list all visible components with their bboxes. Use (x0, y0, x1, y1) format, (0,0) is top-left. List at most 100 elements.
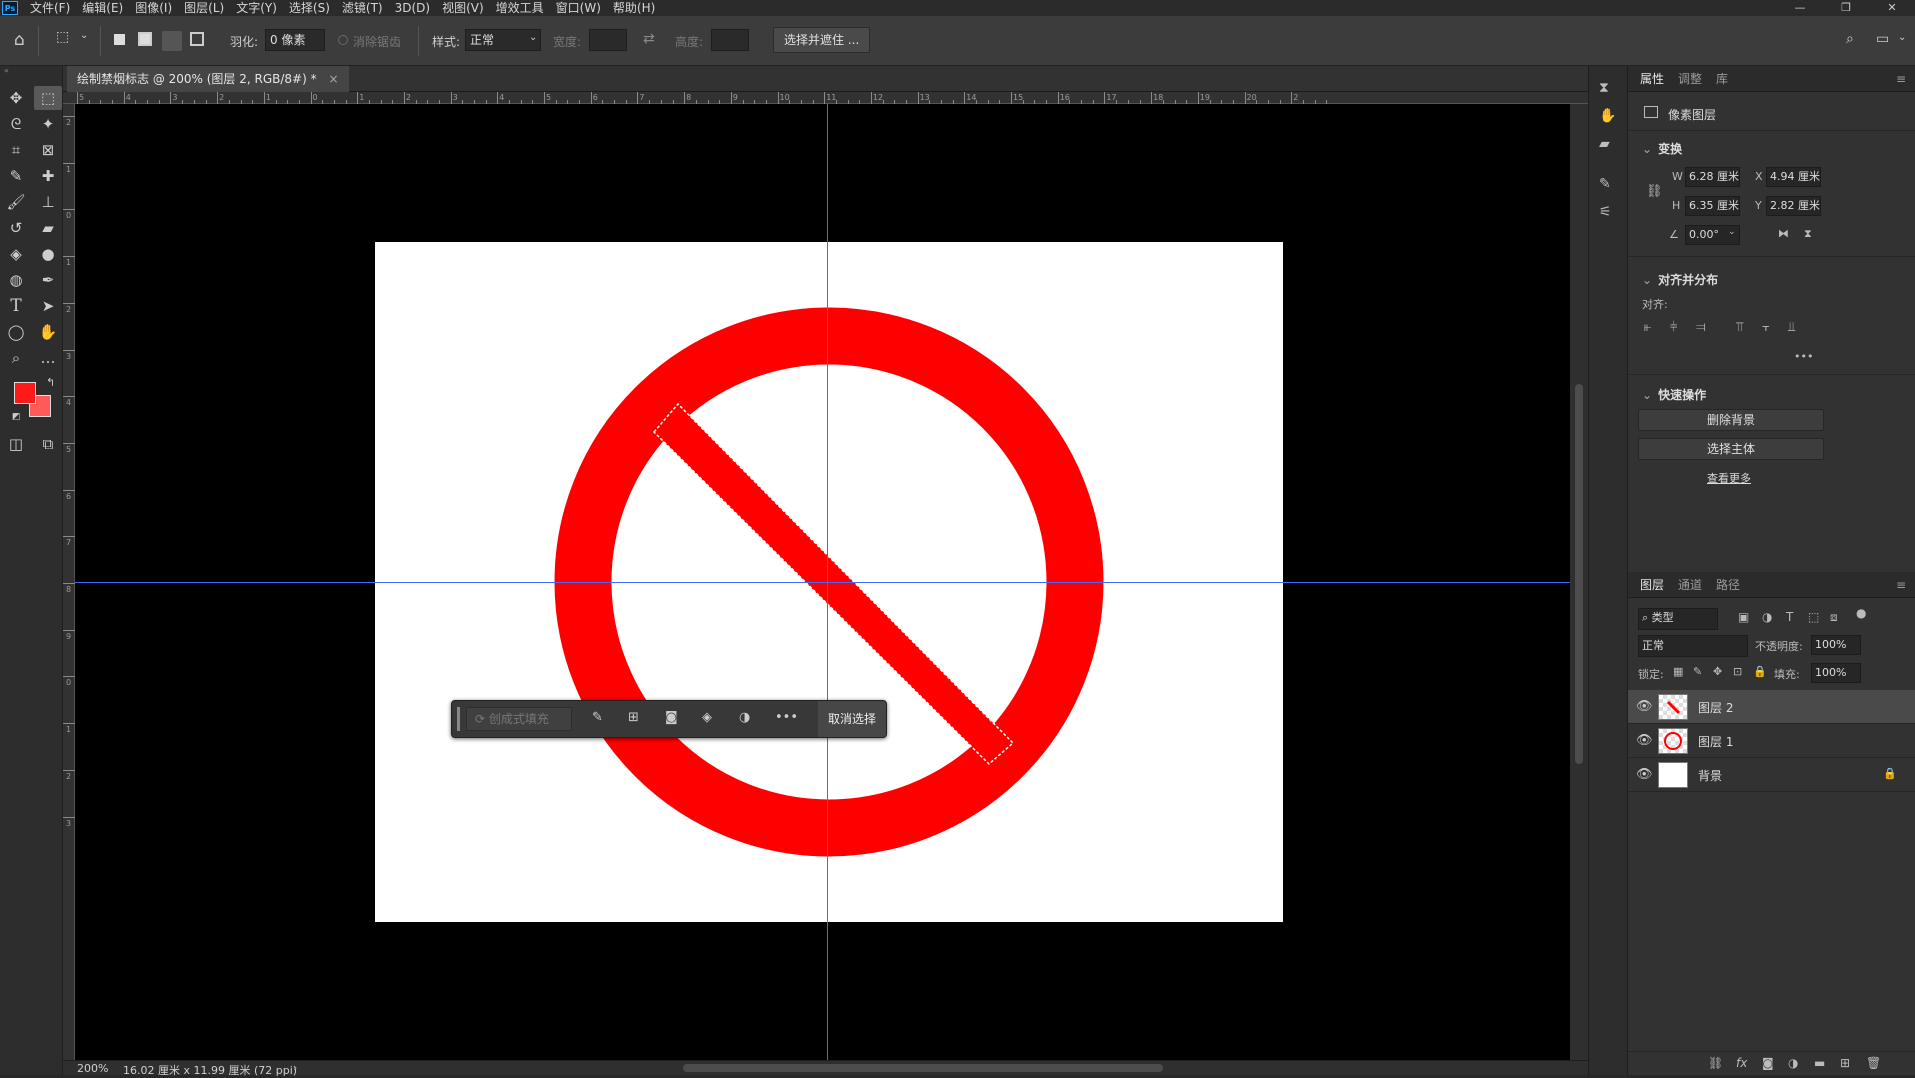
generative-fill-button[interactable]: ⟳ 创成式填充 (466, 707, 572, 731)
filter-smart-object-icon[interactable]: ⧈ (1830, 610, 1838, 625)
tab-adjustments[interactable]: 调整 (1678, 66, 1702, 92)
align-right-icon[interactable]: ⫤ (1696, 320, 1706, 335)
tab-libraries[interactable]: 库 (1716, 66, 1728, 92)
pen-tool-icon[interactable]: ✒ (34, 268, 62, 292)
select-and-mask-button[interactable]: 选择并遮住 ... (773, 27, 871, 53)
menu-layer[interactable]: 图层(L) (184, 0, 224, 16)
add-mask-icon[interactable]: ◙ (1762, 1056, 1774, 1070)
filter-toggle-icon[interactable]: ● (1856, 606, 1866, 620)
menu-plugins[interactable]: 增效工具 (496, 0, 544, 16)
height-field[interactable]: 6.35 厘米 (1685, 196, 1740, 216)
more-options-icon[interactable]: ••• (775, 710, 798, 725)
view-more-link[interactable]: 查看更多 (1707, 470, 1751, 486)
width-field[interactable]: 6.28 厘米 (1685, 167, 1740, 187)
y-field[interactable]: 2.82 厘米 (1766, 196, 1821, 216)
transform-section-title[interactable]: 变换 (1642, 140, 1682, 157)
align-middle-v-icon[interactable]: ⫟ (1762, 320, 1770, 335)
comments-panel-icon[interactable]: ▰ (1599, 136, 1610, 152)
move-tool-icon[interactable]: ✥ (2, 86, 30, 110)
deselect-button[interactable]: 取消选择 (817, 701, 886, 737)
chevron-down-icon[interactable]: ⌄ (80, 30, 88, 41)
default-colors-icon[interactable]: ◩ (12, 412, 21, 422)
remove-background-button[interactable]: 删除背景 (1638, 409, 1824, 431)
eye-icon[interactable]: 👁 (1636, 733, 1653, 748)
document-tab[interactable]: 绘制禁烟标志 @ 200% (图层 2, RGB/8#) * × (67, 66, 349, 92)
restore-button[interactable]: ❐ (1823, 0, 1869, 16)
mask-icon[interactable]: ◙ (665, 710, 678, 725)
eye-icon[interactable]: 👁 (1636, 699, 1653, 714)
swap-colors-icon[interactable]: ↰ (46, 376, 55, 389)
sponge-tool-icon[interactable]: ◍ (2, 268, 30, 292)
chevron-down-icon[interactable]: ⌄ (1728, 227, 1736, 237)
menu-view[interactable]: 视图(V) (442, 0, 484, 16)
fx-icon[interactable]: fx (1736, 1056, 1747, 1070)
scroll-thumb[interactable] (1575, 384, 1583, 764)
lock-image-icon[interactable]: ✎ (1693, 665, 1702, 678)
chevron-down-icon[interactable]: ⌄ (1898, 32, 1906, 43)
trash-icon[interactable]: 🗑 (1866, 1056, 1881, 1070)
new-selection-icon[interactable] (114, 34, 125, 45)
align-bottom-icon[interactable]: ⫫ (1788, 320, 1795, 335)
horizontal-scroll-thumb[interactable] (683, 1064, 1163, 1072)
eyedropper-tool-icon[interactable]: ✎ (2, 164, 30, 188)
add-selection-icon[interactable] (138, 32, 152, 46)
menu-filter[interactable]: 滤镜(T) (342, 0, 383, 16)
home-icon[interactable]: ⌂ (14, 30, 25, 50)
lasso-tool-icon[interactable]: ᘓ (2, 112, 30, 136)
path-selection-tool-icon[interactable]: ➤ (34, 294, 62, 318)
width-input[interactable] (589, 29, 627, 51)
type-tool-icon[interactable]: T (2, 294, 30, 318)
filter-adjustment-icon[interactable]: ◑ (1762, 610, 1772, 624)
zoom-level[interactable]: 200% (77, 1062, 108, 1075)
tab-channels[interactable]: 通道 (1678, 572, 1702, 598)
lock-position-icon[interactable]: ✥ (1713, 665, 1722, 678)
brush-settings-icon[interactable]: ✎ (1599, 176, 1611, 192)
document-info[interactable]: 16.02 厘米 x 11.99 厘米 (72 ppi) (123, 1062, 297, 1078)
opacity-field[interactable]: 100% (1811, 635, 1861, 655)
select-subject-button[interactable]: 选择主体 (1638, 438, 1824, 460)
flip-vertical-icon[interactable]: ⧗ (1804, 227, 1812, 241)
foreground-color-swatch[interactable] (14, 382, 36, 404)
modify-selection-icon[interactable]: ✎ (592, 710, 603, 725)
marquee-preset-icon[interactable]: ⬚ (56, 29, 69, 45)
close-window-button[interactable]: ✕ (1869, 0, 1915, 16)
minimize-button[interactable]: — (1777, 0, 1823, 16)
magic-wand-tool-icon[interactable]: ✦ (34, 112, 62, 136)
brushes-panel-icon[interactable]: ✋ (1599, 108, 1616, 124)
horizontal-guide[interactable] (75, 582, 1570, 583)
panel-menu-icon[interactable]: ≡ (1896, 66, 1906, 92)
lock-all-icon[interactable]: 🔒 (1753, 665, 1767, 678)
quick-actions-title[interactable]: 快速操作 (1642, 386, 1706, 403)
new-layer-icon[interactable]: ⊞ (1840, 1056, 1850, 1070)
more-align-icon[interactable]: ••• (1794, 350, 1813, 363)
align-center-h-icon[interactable]: ⫩ (1670, 320, 1677, 335)
blur-tool-icon[interactable]: ● (34, 242, 62, 266)
paint-bucket-tool-icon[interactable]: ◈ (2, 242, 30, 266)
fill-selection-icon[interactable]: ◈ (702, 710, 712, 725)
drag-handle[interactable] (457, 707, 460, 731)
vertical-scrollbar[interactable] (1570, 104, 1588, 1060)
layers-menu-icon[interactable]: ≡ (1896, 572, 1906, 598)
layer-row-background[interactable]: 👁 背景 🔒 (1628, 758, 1915, 792)
frame-tool-icon[interactable]: ⊠ (34, 138, 62, 162)
menu-image[interactable]: 图像(I) (135, 0, 172, 16)
menu-window[interactable]: 窗口(W) (556, 0, 601, 16)
feather-input[interactable]: 0 像素 (265, 29, 325, 51)
filter-shape-icon[interactable]: ⬚ (1808, 610, 1819, 624)
new-group-icon[interactable]: ▬ (1814, 1056, 1825, 1070)
history-brush-tool-icon[interactable]: ↺ (2, 216, 30, 240)
more-tools-icon[interactable]: … (34, 346, 62, 370)
eraser-tool-icon[interactable]: ▰ (34, 216, 62, 240)
menu-type[interactable]: 文字(Y) (236, 0, 277, 16)
antialias-checkbox[interactable] (338, 35, 348, 45)
blend-mode-select[interactable]: 正常 (1638, 635, 1748, 657)
height-input[interactable] (711, 29, 749, 51)
menu-file[interactable]: 文件(F) (30, 0, 70, 16)
select-inverse-icon[interactable]: ⊞ (628, 710, 639, 725)
quick-mask-icon[interactable]: ◫ (2, 432, 30, 456)
tab-properties[interactable]: 属性 (1640, 66, 1664, 92)
collapse-toolbar-icon[interactable]: « (0, 66, 63, 76)
link-layers-icon[interactable]: ⛓ (1708, 1056, 1723, 1070)
canvas-area[interactable] (75, 104, 1570, 1060)
filter-type-icon[interactable]: T (1786, 610, 1793, 624)
